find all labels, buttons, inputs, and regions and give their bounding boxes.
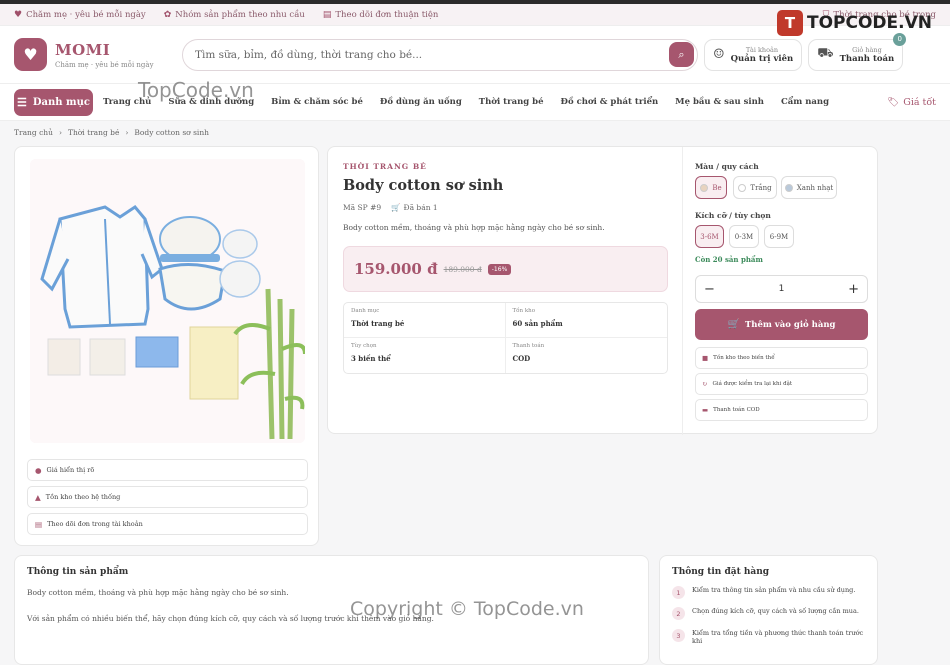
product-gallery: ● Giá hiển thị rõ ▲ Tồn kho theo hệ thống … [14, 146, 319, 546]
spec-table: Danh mục Thời trang bé Tồn kho 60 sản phẩm… [343, 302, 668, 374]
wallet-icon: ▬ [702, 406, 709, 414]
brand-tagline: Chăm mẹ · yêu bé mỗi ngày [55, 60, 154, 69]
search-input[interactable]: Tìm sữa, bỉm, đồ dùng, thời trang cho bé… [195, 49, 669, 61]
order-info-title: Thông tin đặt hàng [672, 567, 770, 577]
topbar-item-groups: ✿ Nhóm sản phẩm theo nhu cầu [163, 9, 305, 20]
color-option-be[interactable]: Be [695, 176, 727, 199]
cart-button[interactable]: ⛟ Giỏ hàng Thanh toán 0 [808, 32, 907, 71]
gallery-feature-stock: ▲ Tồn kho theo hệ thống [27, 486, 308, 508]
menu-icon: ☰ [17, 95, 27, 109]
topbar-item-orders: ▤ Theo dõi đơn thuận tiện [322, 9, 439, 20]
size-option-0-3m[interactable]: 0-3M [729, 225, 759, 248]
swatch-lightblue [784, 183, 793, 192]
purchase-feature-price-check: ↻ Giá được kiểm tra lại khi đặt [695, 373, 868, 395]
product-illustration [30, 159, 305, 443]
color-option-lightblue[interactable]: Xanh nhạt [781, 176, 837, 199]
order-info-card: Thông tin đặt hàng 1 Kiểm tra thông tin s… [659, 555, 878, 665]
breadcrumb-category[interactable]: Thời trang bé [68, 128, 119, 137]
main-nav: ☰ Danh mục Trang chủ Sữa & dinh dưỡng Bỉm… [0, 84, 950, 121]
chevron-right-icon: › [125, 128, 129, 137]
logo-heart-icon: ♥ [14, 38, 47, 71]
quantity-value[interactable]: 1 [779, 284, 785, 294]
current-price: 159.000 đ [354, 260, 438, 278]
purchase-feature-stock: ■ Tồn kho theo biến thể [695, 347, 868, 369]
spec-cell: Danh mục Thời trang bé [344, 303, 506, 338]
heart-icon: ♥ [14, 9, 23, 20]
breadcrumb: Trang chủ › Thời trang bé › Body cotton sơ… [14, 128, 209, 137]
product-image[interactable] [30, 159, 305, 443]
order-step: 2 Chọn đúng kích cỡ, quy cách và số lượng… [672, 607, 867, 620]
product-sku: Mã SP #9 [343, 203, 382, 212]
refresh-icon: ↻ [702, 380, 708, 388]
discount-badge: -16% [487, 263, 512, 275]
account-button[interactable]: ☺ Tài khoản Quản trị viên [704, 38, 803, 71]
swatch-white [738, 183, 747, 192]
size-option-6-9m[interactable]: 6-9M [764, 225, 794, 248]
nav-item-guide[interactable]: Cẩm nang [781, 97, 829, 107]
nav-item-feeding[interactable]: Đồ dùng ăn uống [380, 97, 462, 107]
breadcrumb-home[interactable]: Trang chủ [14, 128, 53, 137]
topbar-item-care: ♥ Chăm mẹ · yêu bé mỗi ngày [14, 9, 146, 20]
boxes-icon: ▲ [35, 492, 41, 502]
color-label: Màu / quy cách [695, 162, 759, 171]
gallery-feature-price: ● Giá hiển thị rõ [27, 459, 308, 481]
product-details-p2: Với sản phẩm có nhiều biến thể, hãy chọn… [27, 614, 434, 623]
brand-name: MOMI [55, 40, 111, 59]
quantity-stepper: − 1 + [695, 275, 868, 303]
cart-small-icon: 🛒 [391, 203, 401, 212]
order-step: 1 Kiểm tra thông tin sản phẩm và nhu cầu … [672, 586, 867, 599]
nav-item-toys[interactable]: Đồ chơi & phát triển [561, 97, 659, 107]
plus-button[interactable]: + [848, 282, 859, 297]
size-option-3-6m[interactable]: 3-6M [695, 225, 724, 248]
stock-status: Còn 20 sản phẩm [695, 255, 763, 264]
search-button[interactable]: ⌕ [669, 42, 694, 67]
cart-icon: 🛒 [727, 319, 740, 330]
purchase-feature-cod: ▬ Thanh toán COD [695, 399, 868, 421]
purchase-panel: Màu / quy cách Be Trắng Xanh nhạt Kích c… [682, 147, 879, 435]
spec-cell: Thanh toán COD [512, 343, 545, 363]
baby-icon: ✿ [163, 9, 172, 20]
category-menu-button[interactable]: ☰ Danh mục [14, 88, 93, 116]
product-sold: Đã bán 1 [403, 203, 438, 212]
breadcrumb-current: Body cotton sơ sinh [134, 128, 209, 137]
receipt-icon: ▤ [35, 519, 43, 529]
nav-item-mom[interactable]: Mẹ bầu & sau sinh [675, 97, 764, 107]
product-details-p1: Body cotton mềm, thoáng và phù hợp mặc h… [27, 588, 289, 597]
swatch-be [700, 183, 709, 192]
old-price: 189.000 đ [443, 264, 482, 274]
nav-item-fashion[interactable]: Thời trang bé [479, 97, 544, 107]
price-box: 159.000 đ 189.000 đ -16% [343, 246, 668, 292]
product-category: THỜI TRANG BÉ [343, 162, 427, 171]
box-icon: ■ [702, 354, 709, 362]
product-details-card: Thông tin sản phẩm Body cotton mềm, thoá… [14, 555, 649, 665]
gallery-feature-orders: ▤ Theo dõi đơn trong tài khoản [27, 513, 308, 535]
product-info-card: THỜI TRANG BÉ Body cotton sơ sinh Mã SP … [327, 146, 879, 435]
good-price-link[interactable]: 🏷 Giá tốt [887, 97, 936, 108]
spec-cell: Tồn kho 60 sản phẩm [505, 303, 667, 338]
nav-item-diapers[interactable]: Bỉm & chăm sóc bé [271, 97, 363, 107]
watermark-logo: T TOPCODE.VN [776, 10, 932, 36]
product-name: Body cotton sơ sinh [343, 177, 504, 194]
size-label: Kích cỡ / tùy chọn [695, 211, 771, 220]
watermark-logo-icon: T [776, 10, 803, 36]
add-to-cart-button[interactable]: 🛒 Thêm vào giỏ hàng [695, 309, 868, 340]
product-details-title: Thông tin sản phẩm [27, 567, 129, 577]
search-bar[interactable]: Tìm sữa, bỉm, đồ dùng, thời trang cho bé… [182, 38, 698, 71]
spec-cell: Tùy chọn 3 biến thể [344, 338, 506, 373]
chevron-right-icon: › [58, 128, 62, 137]
check-badge-icon: ● [35, 465, 42, 475]
nav-item-milk[interactable]: Sữa & dinh dưỡng [168, 97, 254, 107]
tag-icon: 🏷 [887, 96, 900, 108]
minus-button[interactable]: − [704, 282, 715, 297]
search-icon: ⌕ [678, 47, 685, 61]
site-logo[interactable]: ♥ MOMI Chăm mẹ · yêu bé mỗi ngày [14, 38, 182, 71]
color-option-white[interactable]: Trắng [733, 176, 777, 199]
basket-icon: ⛟ [817, 46, 834, 61]
receipt-icon: ▤ [322, 9, 332, 20]
user-icon: ☺ [713, 47, 725, 62]
product-meta: Mã SP #9 🛒 Đã bán 1 [343, 203, 448, 212]
product-short-description: Body cotton mềm, thoáng và phù hợp mặc h… [343, 223, 605, 232]
nav-item-home[interactable]: Trang chủ [103, 97, 151, 107]
